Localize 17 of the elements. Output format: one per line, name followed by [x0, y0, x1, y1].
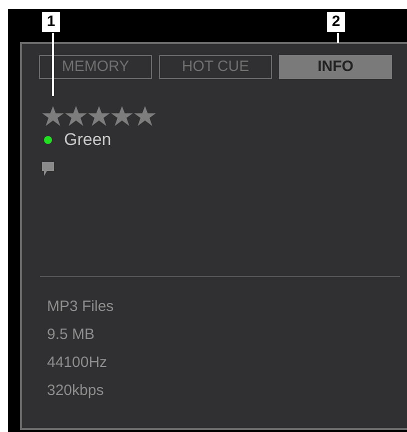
star-icon[interactable]: [111, 106, 133, 126]
comment-icon: [42, 162, 54, 176]
info-text: 320kbps: [47, 381, 105, 400]
leader-line: [52, 32, 54, 96]
star-icon[interactable]: [65, 106, 87, 126]
star-icon[interactable]: [42, 106, 64, 126]
info-text: 9.5 MB: [47, 325, 96, 344]
tab[interactable]: HOT CUE: [159, 55, 272, 79]
star-icon[interactable]: [134, 106, 156, 126]
callout-number: 1: [41, 11, 61, 33]
info-text: MP3 Files: [47, 297, 115, 316]
color-label: Green: [64, 130, 112, 150]
info-text: 44100Hz: [47, 353, 108, 372]
tab[interactable]: MEMORY: [39, 55, 152, 79]
star-icon[interactable]: [88, 106, 110, 126]
callout-number: 2: [326, 11, 346, 33]
tab[interactable]: INFO: [279, 55, 392, 79]
